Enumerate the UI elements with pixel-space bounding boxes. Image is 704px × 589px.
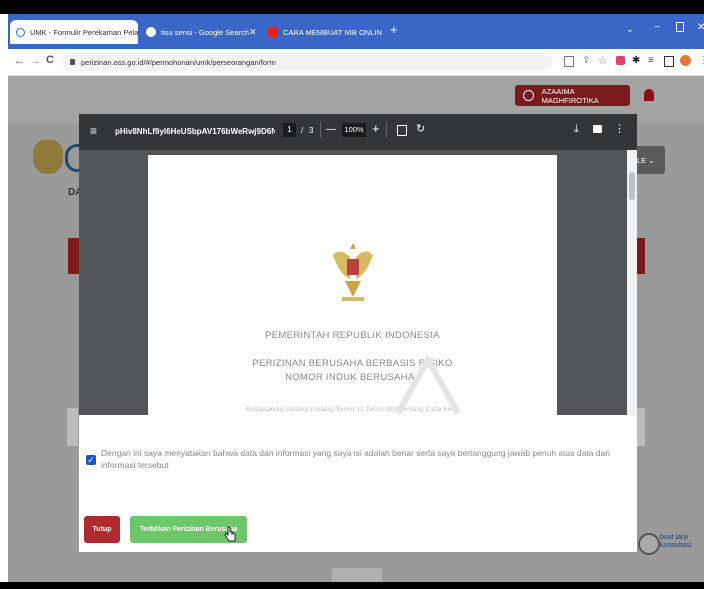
extension-icon[interactable] — [616, 56, 625, 65]
url-field[interactable]: perizinan.oss.go.id/#/permohonan/umk/per… — [62, 53, 552, 71]
menu-icon[interactable]: ⋮ — [699, 55, 704, 66]
pdf-heading-nib: NOMOR INDUK BERUSAHA : — [285, 372, 420, 383]
translate-icon[interactable] — [564, 56, 574, 67]
user-menu[interactable]: AZAAIMA MAGHFIROTIKA — [515, 85, 630, 106]
page-separator: / — [301, 126, 304, 135]
share-icon[interactable]: ⇪ — [582, 55, 590, 66]
pdf-page: PEMERINTAH REPUBLIK INDONESIA PERIZINAN … — [148, 155, 557, 415]
forward-icon[interactable]: → — [30, 55, 41, 67]
language-dropdown[interactable]: LE ⌄ — [637, 146, 665, 174]
pdf-heading-government: PEMERINTAH REPUBLIK INDONESIA — [265, 330, 440, 341]
bell-icon[interactable] — [644, 89, 654, 101]
page-number-input[interactable]: 1 — [283, 123, 296, 137]
page-button-bottom — [332, 568, 382, 582]
watermark-triangle — [395, 355, 461, 415]
hand-cursor-icon — [224, 526, 236, 542]
zoom-out-button[interactable]: — — [326, 124, 336, 135]
tab-umk-form[interactable]: UMK - Formulir Perekaman Pelal ✕ — [10, 20, 138, 44]
screen-top-border — [0, 0, 704, 14]
consent-checkbox[interactable]: ✓ — [86, 455, 96, 465]
close-window-icon[interactable]: ✕ — [697, 22, 704, 33]
zoom-in-button[interactable]: + — [372, 121, 380, 136]
puzzle-icon[interactable]: ✱ — [632, 55, 640, 66]
pdf-heading-permit: PERIZINAN BERUSAHA BERBASIS RISIKO — [252, 358, 453, 369]
pdf-scrollbar[interactable] — [627, 150, 637, 415]
restore-icon[interactable] — [676, 22, 684, 32]
profile-avatar[interactable] — [680, 55, 691, 66]
help-link[interactable]: buat janji konsultasi — [660, 534, 702, 550]
sidepanel-icon[interactable] — [664, 56, 674, 67]
page-input-left — [67, 408, 78, 446]
media-icon[interactable]: ≡ — [648, 55, 654, 66]
tab-google-search[interactable]: tisu sensi - Google Search ✕ — [140, 20, 260, 44]
garuda-emblem — [333, 243, 373, 301]
hamburger-menu-icon[interactable]: ≡ — [90, 124, 97, 138]
lock-icon — [70, 59, 75, 65]
toolbar-divider — [386, 122, 387, 138]
close-tab-icon[interactable]: ✕ — [249, 27, 257, 38]
toolbar-divider — [320, 122, 321, 138]
minimize-icon[interactable]: − — [654, 22, 660, 33]
card-accent-left — [68, 238, 79, 274]
globe-icon — [16, 27, 25, 37]
page-total: 3 — [309, 126, 314, 135]
consent-text: Dengan ini saya menyatakan bahwa data da… — [101, 448, 610, 470]
fit-page-icon[interactable] — [397, 125, 407, 136]
new-tab-button[interactable]: + — [390, 22, 398, 37]
pdf-filename: pHiv8NhLf9yl6HeUSbpAV176bWeRwj9D6Naac... — [115, 127, 275, 136]
pdf-legal-basis: Berdasarkan Undang-Undang Nomor 11 Tahun… — [246, 407, 459, 413]
google-icon — [146, 27, 156, 37]
page-input-right — [636, 408, 645, 446]
chevron-down-icon[interactable]: ⌄ — [626, 24, 634, 35]
screen-bottom-border — [0, 582, 704, 589]
scrollbar-thumb[interactable] — [629, 172, 635, 200]
card-accent-right — [636, 238, 645, 274]
chevron-down-icon: ⌄ — [648, 155, 655, 165]
clock-icon[interactable] — [638, 533, 660, 555]
more-options-icon[interactable]: ⋮ — [614, 122, 625, 135]
zoom-input[interactable]: 100% — [342, 123, 366, 137]
star-icon[interactable]: ☆ — [598, 54, 608, 67]
garuda-logo — [33, 140, 63, 174]
reload-icon[interactable]: C — [46, 54, 54, 66]
rotate-icon[interactable]: ↻ — [416, 122, 425, 135]
youtube-icon — [268, 27, 278, 37]
print-icon[interactable] — [593, 125, 602, 133]
download-icon[interactable]: ⤓ — [574, 123, 579, 136]
close-button[interactable]: Tutup — [84, 516, 120, 543]
back-icon[interactable]: ← — [14, 55, 25, 67]
tab-youtube[interactable]: CARA MEMBUAT NIB ONLINE D ✕ — [262, 20, 382, 44]
user-icon — [523, 90, 534, 101]
